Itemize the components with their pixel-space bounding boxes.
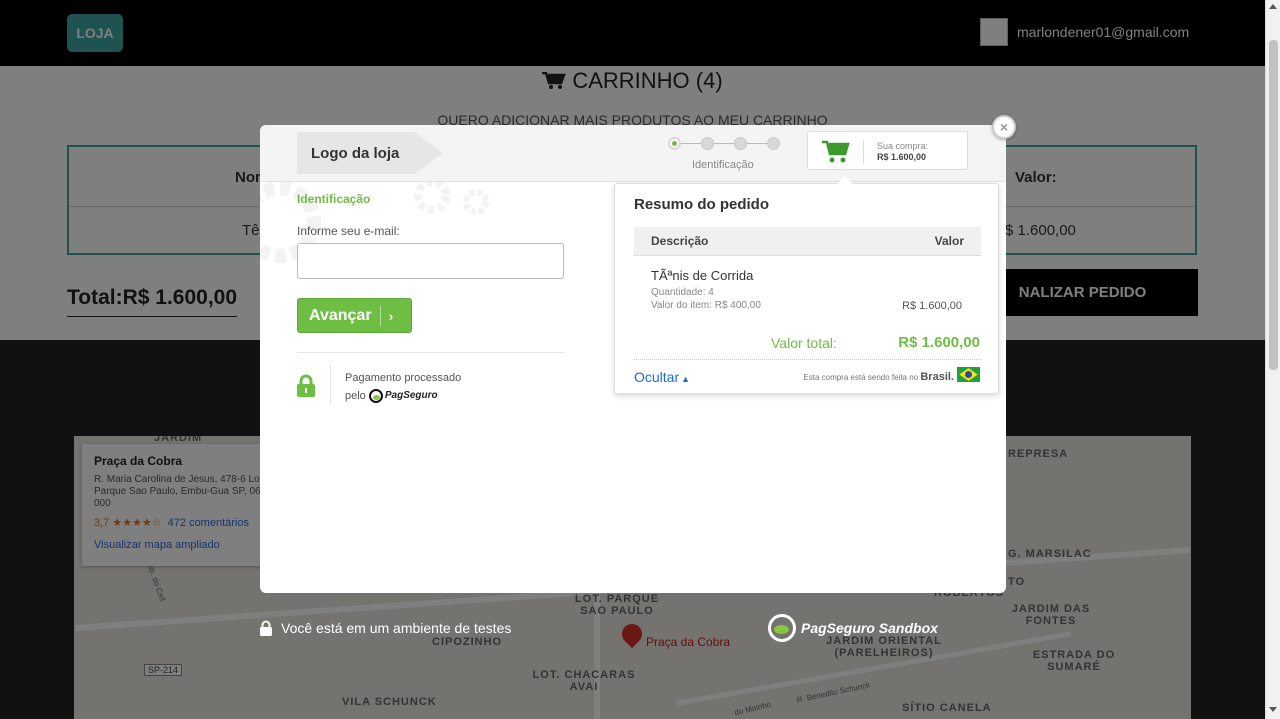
- purchase-label: Sua compra:: [877, 141, 929, 151]
- chevron-right-icon: ›: [388, 307, 394, 324]
- item-name: TÃªnis de Corrida: [651, 268, 754, 283]
- item-quantity: Quantidade: 4: [651, 287, 714, 298]
- payment-processed-note: Pagamento processado pelo PagSeguro: [345, 369, 461, 405]
- pagseguro-logo-text: PagSeguro: [384, 390, 438, 402]
- step-dot-active: [668, 137, 681, 150]
- step-dot: [767, 137, 780, 150]
- pagseguro-icon: [768, 614, 796, 642]
- progress-steps: [668, 137, 780, 151]
- brazil-flag-icon: [957, 367, 980, 382]
- store-logo: Logo da loja: [297, 132, 443, 174]
- sandbox-notice-text: Você está em um ambiente de testes: [281, 620, 512, 636]
- flag-globe: [965, 371, 972, 378]
- purchase-value: R$ 1.600,00: [877, 152, 927, 162]
- cart-icon: [822, 140, 850, 163]
- scroll-thumb[interactable]: [1269, 40, 1278, 370]
- divider: [863, 140, 864, 164]
- step-dot: [701, 137, 714, 150]
- column-header-description: Descrição: [651, 234, 709, 248]
- processed-by-label: pelo: [345, 390, 366, 402]
- pagseguro-logo: PagSeguro: [368, 387, 438, 405]
- sandbox-brand-text: PagSeguro Sandbox: [801, 620, 938, 636]
- purchase-summary-toggle[interactable]: Sua compra: R$ 1.600,00: [807, 131, 968, 170]
- gears-decoration-icon: [260, 182, 489, 263]
- scroll-up-icon[interactable]: [1269, 4, 1277, 9]
- country-name: Brasil.: [920, 371, 954, 383]
- lock-icon: [297, 374, 315, 397]
- divider: [634, 359, 981, 360]
- item-total: R$ 1.600,00: [902, 300, 962, 312]
- hide-summary-link[interactable]: Ocultar ▲: [634, 369, 690, 385]
- caret-up-icon: ▲: [681, 374, 691, 384]
- close-icon[interactable]: ×: [992, 115, 1016, 139]
- total-label: Valor total:: [771, 335, 837, 351]
- processed-line: Pagamento processado: [345, 372, 462, 384]
- divider: [297, 352, 564, 353]
- country-note-text: Esta compra está sendo feita no: [803, 373, 919, 382]
- email-field[interactable]: [297, 243, 564, 279]
- summary-header-row: Descrição Valor: [634, 227, 981, 256]
- divider: [379, 305, 381, 326]
- step-label: Identificação: [692, 159, 754, 171]
- modal-header: Logo da loja Identificação Sua compra: R…: [260, 125, 1006, 182]
- scrollbar[interactable]: [1265, 0, 1280, 719]
- pagseguro-icon: [368, 389, 383, 404]
- country-note: Esta compra está sendo feita no Brasil.: [803, 371, 954, 383]
- sandbox-notice: Você está em um ambiente de testes: [259, 620, 511, 636]
- next-button-label: Avançar: [309, 306, 372, 324]
- hide-summary-label: Ocultar: [634, 369, 680, 385]
- item-unit-price: Valor do item: R$ 400,00: [651, 300, 761, 311]
- pagseguro-sandbox-logo: PagSeguro Sandbox: [768, 614, 938, 642]
- steps-line: [676, 143, 776, 144]
- scroll-down-icon[interactable]: [1269, 707, 1277, 712]
- next-button[interactable]: Avançar ›: [297, 298, 412, 333]
- section-title: Identificação: [297, 192, 371, 206]
- lock-icon: [260, 620, 272, 636]
- total-value: R$ 1.600,00: [898, 334, 980, 351]
- column-header-value: Valor: [934, 234, 964, 248]
- processed-by-line: pelo PagSeguro: [345, 387, 461, 405]
- order-summary: Resumo do pedido Descrição Valor TÃªnis …: [614, 176, 999, 394]
- step-dot: [734, 137, 747, 150]
- email-label: Informe seu e-mail:: [297, 224, 400, 238]
- summary-title: Resumo do pedido: [634, 196, 769, 213]
- divider: [330, 366, 331, 404]
